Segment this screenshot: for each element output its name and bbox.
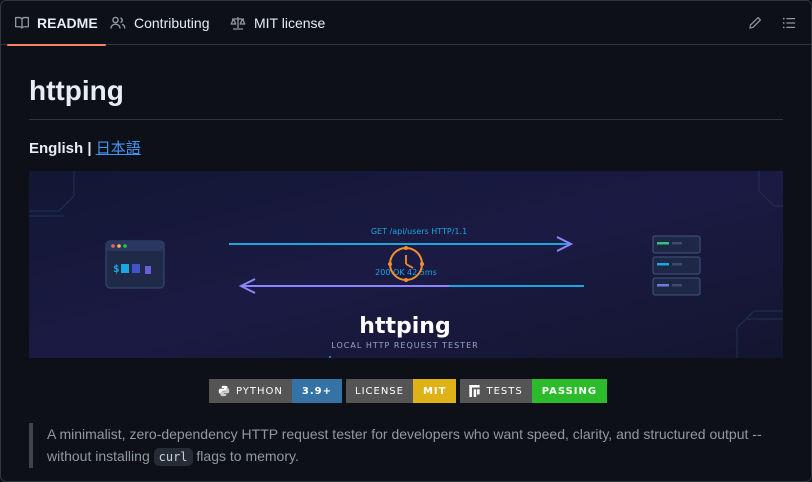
- banner-subtitle: LOCAL HTTP REQUEST TESTER: [331, 341, 478, 350]
- tab-contributing-label: Contributing: [134, 15, 210, 31]
- python-badge-label-box: PYTHON: [209, 379, 292, 403]
- law-icon: [230, 17, 246, 30]
- license-badge-label: LICENSE: [346, 379, 413, 403]
- banner-response-text: 200 OK 42.5ms: [375, 268, 437, 277]
- tests-icon: [469, 385, 481, 397]
- python-version-badge[interactable]: PYTHON 3.9+: [209, 379, 342, 403]
- language-separator: |: [87, 140, 92, 157]
- tests-badge[interactable]: TESTS PASSING: [460, 379, 608, 403]
- language-switcher: English | 日本語: [29, 137, 141, 158]
- tests-badge-value: PASSING: [531, 379, 608, 403]
- tests-badge-label: TESTS: [486, 385, 523, 397]
- license-badge[interactable]: LICENSE MIT: [346, 379, 457, 403]
- client-terminal-graphic: $: [105, 240, 165, 289]
- description-quote: A minimalist, zero-dependency HTTP reque…: [29, 423, 769, 468]
- page-title: httping: [29, 75, 124, 106]
- python-icon: [218, 385, 230, 397]
- quote-text-part2: flags to memory.: [196, 448, 299, 464]
- tab-license[interactable]: MIT license: [230, 1, 325, 45]
- people-icon: [110, 16, 126, 29]
- banner-image: $ GET /api/users HTTP/1.1 200 OK 42.5ms: [29, 171, 783, 358]
- inline-code-curl: curl: [153, 448, 193, 466]
- pencil-icon: [749, 16, 762, 29]
- badge-row: PYTHON 3.9+ LICENSE MIT TESTS PASSING: [209, 379, 611, 403]
- tab-bar: README Contributing MIT license: [1, 1, 811, 46]
- python-badge-label: PYTHON: [236, 385, 283, 397]
- svg-text:$: $: [113, 262, 120, 275]
- title-divider: [29, 119, 783, 120]
- banner-request-text: GET /api/users HTTP/1.1: [371, 227, 467, 236]
- language-link-japanese[interactable]: 日本語: [96, 140, 141, 157]
- tab-license-label: MIT license: [254, 15, 326, 31]
- readme-panel: README Contributing MIT license httping …: [0, 0, 812, 482]
- edit-button[interactable]: [745, 13, 765, 33]
- license-badge-value: MIT: [412, 379, 457, 403]
- server-graphic: [652, 235, 701, 296]
- banner-title: httping: [359, 314, 450, 339]
- language-current: English: [29, 140, 84, 157]
- tab-readme-label: README: [37, 15, 98, 31]
- python-badge-value: 3.9+: [291, 379, 342, 403]
- tab-contributing[interactable]: Contributing: [110, 1, 210, 45]
- tests-badge-label-box: TESTS: [460, 379, 532, 403]
- tab-readme[interactable]: README: [7, 1, 106, 46]
- book-icon: [15, 16, 29, 29]
- list-icon: [782, 17, 796, 29]
- outline-button[interactable]: [779, 13, 799, 33]
